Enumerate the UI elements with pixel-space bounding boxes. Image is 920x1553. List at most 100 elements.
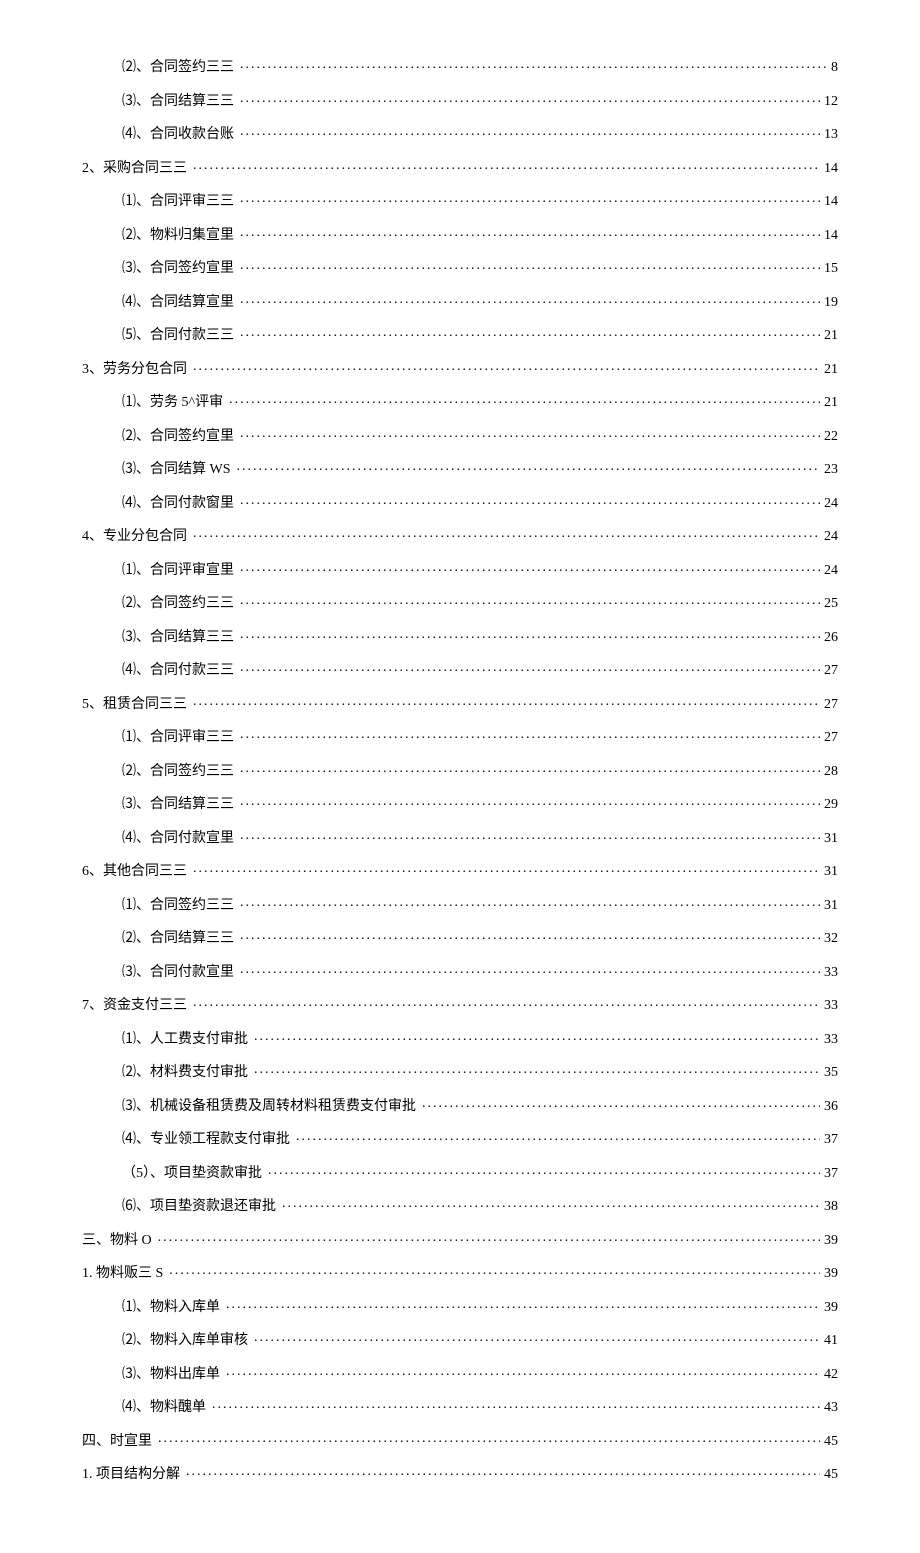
toc-entry-label: ⑵、合同签约三三 [122,760,234,780]
toc-entry-label: ⑵、材料费支付审批 [122,1061,248,1081]
toc-leader-dots [240,660,820,674]
toc-entry-page: 23 [820,462,838,478]
toc-leader-dots [229,392,820,406]
toc-entry-page: 14 [820,194,838,210]
toc-entry-label: ⑶、物料出库单 [122,1363,220,1383]
toc-entry-page: 43 [820,1400,838,1416]
toc-entry: 2、采购合同三三14 [82,157,838,177]
toc-entry-label: ⑹、项目垫资款退还审批 [122,1195,276,1215]
toc-entry: ⑴、合同评审三三 14 [82,190,838,210]
toc-entry-label: ⑶、合同结算 WS [122,458,231,478]
toc-entry-label: ⑵、物料归集宣里 [122,224,234,244]
toc-entry-label: ⑴、劳务 5^评审 [122,391,223,411]
toc-entry: ⑹、项目垫资款退还审批 38 [82,1195,838,1215]
toc-entry-page: 13 [820,127,838,143]
toc-leader-dots [240,426,820,440]
toc-leader-dots [193,995,820,1009]
toc-entry: ⑷、合同收款台账 13 [82,123,838,143]
toc-entry-page: 31 [820,864,838,880]
toc-entry-page: 45 [820,1467,838,1483]
toc-leader-dots [240,124,820,138]
toc-entry-label: ⑴、合同评审三三 [122,726,234,746]
toc-entry: 5、租赁合同三三27 [82,693,838,713]
toc-entry: ⑶、合同付款宣里33 [82,961,838,981]
toc-entry-page: 22 [820,429,838,445]
toc-entry-page: 21 [820,395,838,411]
toc-entry-page: 24 [820,529,838,545]
toc-entry: ⑶、物料出库单42 [82,1363,838,1383]
toc-leader-dots [240,225,820,239]
toc-leader-dots [237,459,821,473]
toc-entry-label: ⑶、合同签约宣里 [122,257,234,277]
toc-entry: ⑵、合同结算三三32 [82,927,838,947]
toc-entry-label: 5、租赁合同三三 [82,693,187,713]
toc-entry-page: 35 [820,1065,838,1081]
toc-leader-dots [296,1129,820,1143]
toc-entry-page: 31 [820,898,838,914]
toc-entry: ⑶、合同结算 WS 23 [82,458,838,478]
toc-entry: ⑵、合同签约宣里22 [82,425,838,445]
toc-leader-dots [254,1029,820,1043]
table-of-contents: ⑵、合同签约三三8⑶、合同结算三三12⑷、合同收款台账132、采购合同三三14⑴… [82,56,838,1483]
toc-leader-dots [240,560,820,574]
toc-entry-label: ⑵、合同签约三三 [122,592,234,612]
toc-leader-dots [254,1330,820,1344]
toc-entry-page: 21 [820,328,838,344]
toc-leader-dots [240,928,820,942]
toc-entry-label: ⑴、物料入库单 [122,1296,220,1316]
toc-entry: ⑶、合同结算三三12 [82,90,838,110]
toc-entry: ⑷、合同付款窗里24 [82,492,838,512]
toc-entry-label: ⑵、合同结算三三 [122,927,234,947]
toc-entry: ⑷、合同付款宣里31 [82,827,838,847]
toc-entry-page: 19 [820,295,838,311]
toc-entry-label: ⑴、合同评审三三 [122,190,234,210]
toc-leader-dots [254,1062,820,1076]
toc-entry-label: 1. 项目结构分解 [82,1463,180,1483]
toc-leader-dots [158,1230,820,1244]
toc-entry-label: ⑷、合同收款台账 [122,123,234,143]
toc-entry-label: （5）、项目垫资款审批 [122,1162,262,1182]
toc-entry-label: 4、专业分包合同 [82,525,187,545]
toc-entry: ⑷、物料醜单43 [82,1396,838,1416]
toc-entry-label: 2、采购合同三三 [82,157,187,177]
toc-leader-dots [240,828,820,842]
toc-entry-page: 36 [820,1099,838,1115]
toc-entry-page: 33 [820,965,838,981]
toc-leader-dots [226,1364,820,1378]
toc-entry-label: ⑶、合同结算三三 [122,90,234,110]
toc-entry-label: ⑷、合同结算宣里 [122,291,234,311]
toc-leader-dots [193,861,820,875]
toc-entry-page: 14 [820,228,838,244]
toc-entry-page: 37 [820,1166,838,1182]
toc-entry: ⑵、合同签约三三8 [82,56,838,76]
toc-entry: 四、时宣里45 [82,1430,838,1450]
toc-leader-dots [169,1263,820,1277]
toc-entry-page: 41 [820,1333,838,1349]
toc-leader-dots [240,761,820,775]
toc-leader-dots [240,962,820,976]
toc-leader-dots [158,1431,820,1445]
toc-entry: ⑶、合同签约宣里15 [82,257,838,277]
toc-entry-label: ⑷、专业领工程款支付审批 [122,1128,290,1148]
toc-entry: 3、劳务分包合同 21 [82,358,838,378]
toc-entry: 1. 项目结构分解 45 [82,1463,838,1483]
toc-entry-page: 38 [820,1199,838,1215]
toc-entry: ⑴、合同签约三三31 [82,894,838,914]
toc-entry-page: 45 [820,1434,838,1450]
toc-leader-dots [186,1464,820,1478]
toc-entry-page: 37 [820,1132,838,1148]
toc-entry-label: ⑶、合同结算三三 [122,793,234,813]
toc-leader-dots [268,1163,820,1177]
toc-entry: ⑶、合同结算三三26 [82,626,838,646]
toc-entry-page: 31 [820,831,838,847]
toc-leader-dots [240,325,820,339]
toc-leader-dots [240,191,820,205]
toc-entry: 4、专业分包合同 24 [82,525,838,545]
toc-leader-dots [422,1096,820,1110]
toc-entry: ⑷、合同结算宣里 19 [82,291,838,311]
toc-entry: 6、其他合同三三31 [82,860,838,880]
toc-entry-label: 3、劳务分包合同 [82,358,187,378]
toc-entry-page: 21 [820,362,838,378]
toc-entry-page: 24 [820,496,838,512]
toc-entry-page: 8 [827,60,838,76]
